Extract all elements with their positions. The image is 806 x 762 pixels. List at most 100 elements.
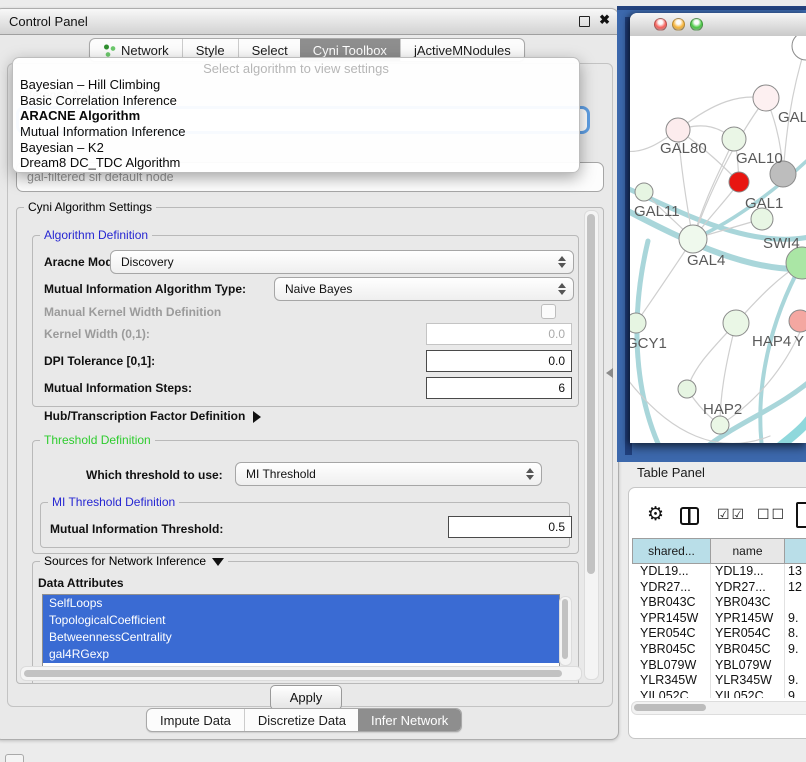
network-node-gal11[interactable]: [635, 183, 653, 201]
control-panel-titlebar: Control Panel ✖: [0, 9, 618, 35]
table-cell: YBL079W: [632, 658, 711, 674]
table-row[interactable]: YDL19...YDL19...13: [632, 564, 806, 580]
table-row[interactable]: YBR045CYBR045C9.: [632, 642, 806, 658]
attribute-item-topologicalcoefficient[interactable]: TopologicalCoefficient: [43, 612, 559, 629]
apply-button-label: Apply: [290, 690, 323, 705]
table-cell: 8.: [785, 626, 806, 642]
network-node-label: HAP2: [703, 401, 742, 418]
tab-label: Discretize Data: [258, 713, 346, 728]
column-layout-icon[interactable]: [680, 507, 699, 525]
algorithm-option-dream8-dc-tdc-algorithm[interactable]: Dream8 DC_TDC Algorithm: [13, 155, 579, 171]
network-node-label: GAL10: [736, 150, 783, 167]
table-row[interactable]: YER054CYER054C8.: [632, 626, 806, 642]
attribute-item-betweennesscentrality[interactable]: BetweennessCentrality: [43, 629, 559, 646]
mi-type-combobox[interactable]: Naive Bayes: [274, 277, 574, 301]
panel-splitter-arrow[interactable]: [606, 368, 613, 378]
table-row[interactable]: YIL052CYIL052C9: [632, 689, 806, 698]
algorithm-option-aracne-algorithm[interactable]: ARACNE Algorithm: [13, 108, 579, 124]
settings-gear-icon[interactable]: ⚙: [647, 505, 664, 524]
data-attributes-list[interactable]: SelfLoopsTopologicalCoefficientBetweenne…: [42, 594, 560, 667]
aracne-mode-combobox[interactable]: Discovery: [110, 250, 574, 274]
column-header-shared-name[interactable]: shared...: [632, 538, 711, 564]
network-node-gal[interactable]: [753, 85, 779, 111]
file-icon[interactable]: [796, 502, 806, 528]
sources-group-title[interactable]: Sources for Network Inference: [40, 554, 228, 568]
network-node[interactable]: [711, 416, 729, 434]
network-node[interactable]: [729, 172, 749, 192]
column-header-name[interactable]: name: [711, 538, 785, 564]
network-canvas[interactable]: GAL80GALGAL10GAL11GAL1GAL4SWI4GCY1HAP4YH…: [630, 36, 806, 443]
network-node[interactable]: [792, 36, 806, 60]
table-cell: YIL052C: [632, 689, 711, 698]
manual-kernel-checkbox[interactable]: [541, 304, 556, 319]
minimized-panel-icon[interactable]: [5, 754, 24, 762]
minimize-traffic-light[interactable]: [672, 18, 685, 31]
mi-steps-label: Mutual Information Steps:: [44, 381, 192, 395]
table-row[interactable]: YBL079WYBL079W: [632, 658, 806, 674]
stepper-arrows-icon: [558, 282, 567, 296]
network-node-hap4[interactable]: [723, 310, 749, 336]
network-edge[interactable]: [678, 97, 766, 130]
close-icon[interactable]: ✖: [599, 12, 610, 28]
algorithm-option-bayesian-k2[interactable]: Bayesian – K2: [13, 140, 579, 156]
table-cell: 9.: [785, 611, 806, 627]
dpi-tolerance-field[interactable]: 0.0: [426, 350, 572, 372]
network-tab-icon: [103, 44, 116, 57]
settings-vertical-scrollbar[interactable]: [584, 210, 599, 680]
tab-discretize-data[interactable]: Discretize Data: [244, 709, 359, 731]
network-node-y[interactable]: [789, 310, 806, 332]
mi-threshold-value: 0.5: [548, 520, 565, 534]
network-node-gal10[interactable]: [722, 127, 746, 151]
network-node-gcy1[interactable]: [630, 313, 646, 333]
network-node-label: GAL: [778, 109, 806, 126]
network-node-label: Y: [794, 333, 804, 350]
tab-label: Infer Network: [371, 713, 448, 728]
table-row[interactable]: YDR27...YDR27...12: [632, 580, 806, 596]
table-cell: [785, 658, 806, 674]
mi-steps-field[interactable]: 6: [426, 377, 572, 399]
table-row[interactable]: YPR145WYPR145W9.: [632, 611, 806, 627]
tab-impute-data[interactable]: Impute Data: [147, 709, 244, 731]
table-row[interactable]: YLR345WYLR345W9.: [632, 673, 806, 689]
table-cell: YER054C: [632, 626, 711, 642]
network-edge[interactable]: [630, 376, 770, 443]
apply-button[interactable]: Apply: [270, 685, 342, 710]
table-horizontal-scrollbar[interactable]: [631, 701, 806, 715]
table-cell: YLR345W: [711, 673, 785, 689]
kernel-width-value: 0.0: [548, 327, 565, 341]
network-node-gal4[interactable]: [679, 225, 707, 253]
table-body[interactable]: YDL19...YDL19...13YDR27...YDR27...12YBR0…: [632, 564, 806, 698]
table-row[interactable]: YBR043CYBR043C: [632, 595, 806, 611]
tab-label: Impute Data: [160, 713, 231, 728]
dpi-tolerance-value: 0.0: [548, 354, 565, 368]
network-edge[interactable]: [778, 404, 806, 443]
settings-horizontal-scrollbar[interactable]: [20, 666, 582, 681]
mi-threshold-field[interactable]: 0.5: [448, 516, 572, 538]
deselect-checkboxes-icon[interactable]: ☐☐: [757, 507, 786, 523]
table-cell: YBR045C: [632, 642, 711, 658]
kernel-width-field[interactable]: 0.0: [426, 323, 572, 345]
network-node-label: GAL1: [745, 195, 783, 212]
zoom-traffic-light[interactable]: [690, 18, 703, 31]
network-node-hap2[interactable]: [678, 380, 696, 398]
select-all-checkboxes-icon[interactable]: ☑☑: [717, 507, 746, 523]
float-window-icon[interactable]: [579, 16, 590, 27]
algorithm-option-basic-correlation-inference[interactable]: Basic Correlation Inference: [13, 93, 579, 109]
mi-threshold-group-title: MI Threshold Definition: [48, 495, 179, 509]
column-header-partial[interactable]: A: [785, 538, 806, 564]
close-traffic-light[interactable]: [654, 18, 667, 31]
attribute-item-gal4rgexp[interactable]: gal4RGexp: [43, 646, 559, 663]
attribute-item-selfloops[interactable]: SelfLoops: [43, 595, 559, 612]
table-cell: YPR145W: [632, 611, 711, 627]
attributes-scrollbar[interactable]: [559, 596, 572, 666]
algorithm-option-mutual-information-inference[interactable]: Mutual Information Inference: [13, 124, 579, 140]
network-node-gal80[interactable]: [666, 118, 690, 142]
network-node-label: GCY1: [630, 335, 667, 352]
mi-steps-value: 6: [558, 381, 565, 395]
hub-definition-expander[interactable]: Hub/Transcription Factor Definition: [44, 409, 261, 423]
collapse-down-icon: [212, 558, 224, 566]
dpi-tolerance-label: DPI Tolerance [0,1]:: [44, 354, 155, 368]
which-threshold-combobox[interactable]: MI Threshold: [235, 462, 542, 486]
tab-infer-network[interactable]: Infer Network: [358, 709, 461, 731]
algorithm-option-bayesian-hill-climbing[interactable]: Bayesian – Hill Climbing: [13, 77, 579, 93]
